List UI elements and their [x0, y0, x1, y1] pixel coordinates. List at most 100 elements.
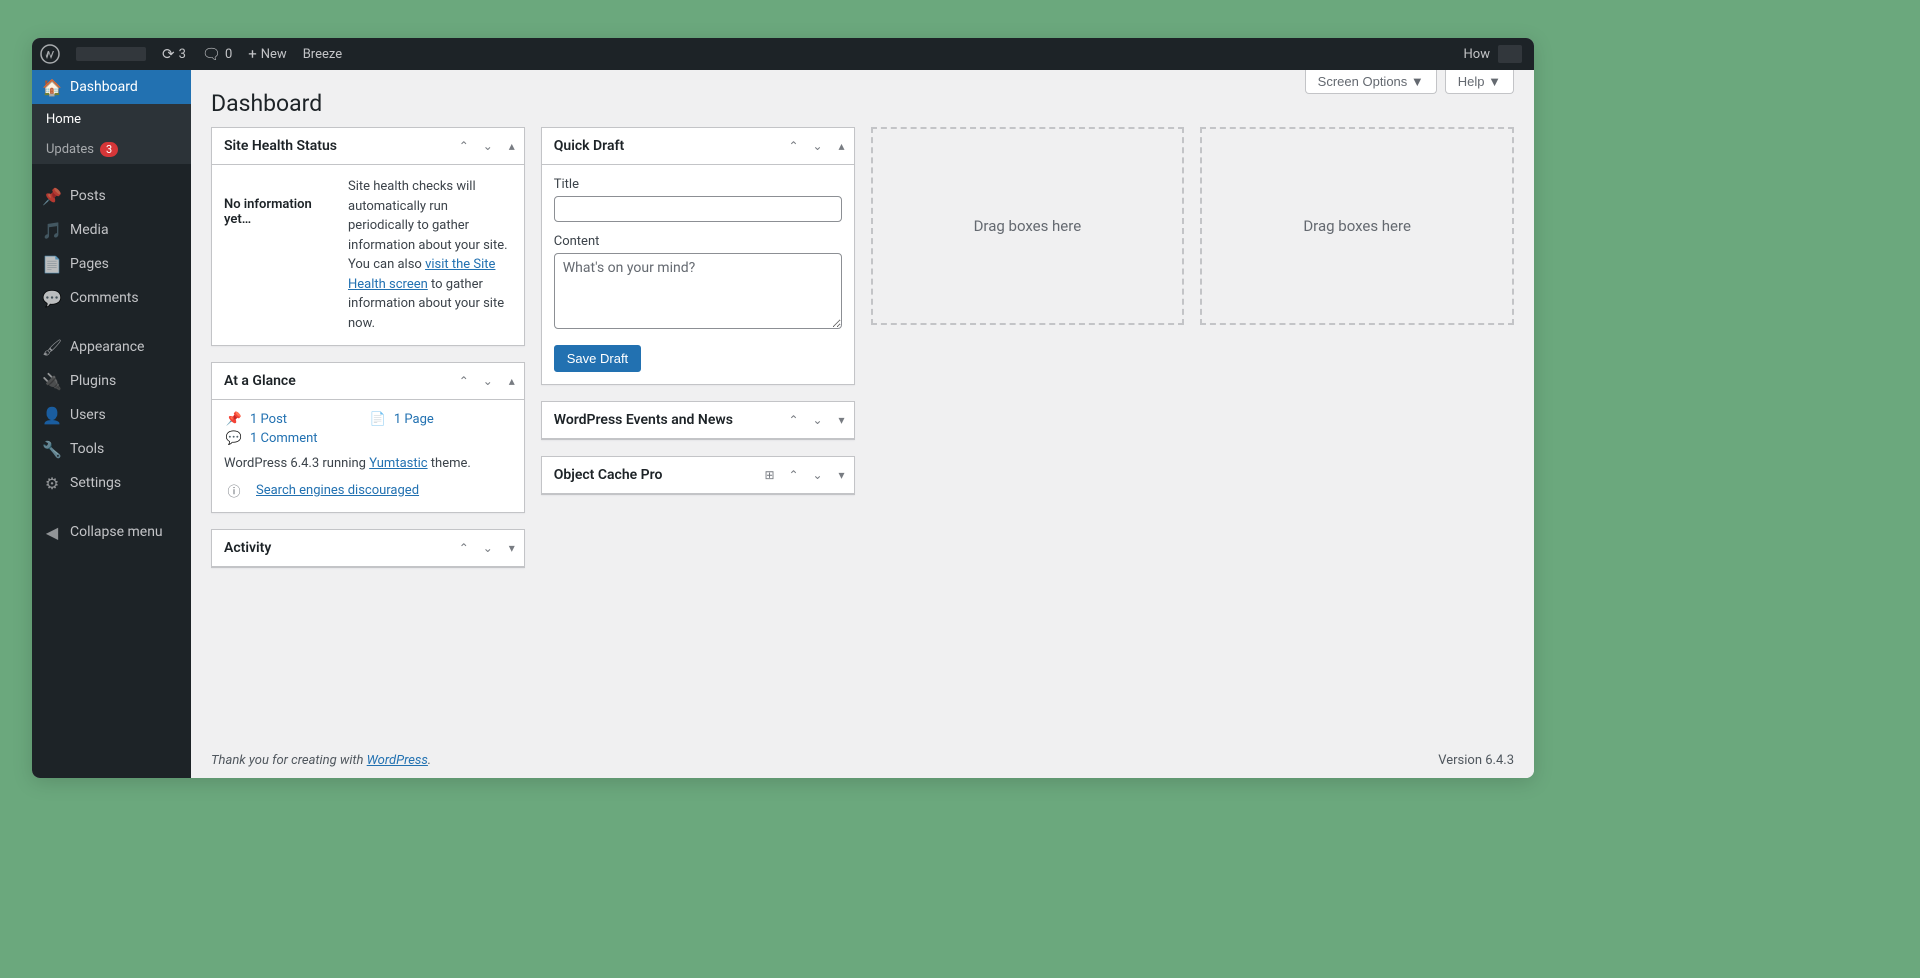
- glance-posts-link[interactable]: 1 Post: [250, 412, 287, 427]
- menu-label: Posts: [70, 188, 106, 204]
- admin-toolbar: ⟳ 3 🗨 0 + New Breeze How: [32, 38, 1534, 70]
- menu-tools[interactable]: 🔧 Tools: [32, 432, 191, 466]
- menu-settings[interactable]: ⚙ Settings: [32, 466, 191, 500]
- main-content: Screen Options ▼ Help ▼ Dashboard Site H…: [191, 70, 1534, 778]
- glance-comments-link[interactable]: 1 Comment: [250, 431, 318, 446]
- menu-label: Pages: [70, 256, 109, 272]
- chevron-up-icon: ⌃: [459, 139, 469, 153]
- menu-label: Comments: [70, 290, 139, 306]
- pin-icon: 📌: [42, 187, 62, 206]
- widget-title: At a Glance: [212, 363, 452, 399]
- toggle-button[interactable]: ▾: [830, 402, 854, 438]
- toggle-button[interactable]: ▾: [830, 457, 854, 493]
- glance-pages-link[interactable]: 1 Page: [394, 412, 434, 427]
- move-down-button[interactable]: ⌄: [476, 363, 500, 399]
- submenu-label: Home: [46, 112, 81, 127]
- footer-version: Version 6.4.3: [1438, 753, 1514, 768]
- menu-users[interactable]: 👤 Users: [32, 398, 191, 432]
- menu-label: Collapse menu: [70, 524, 163, 540]
- menu-label: Settings: [70, 475, 121, 491]
- widget-site-health: Site Health Status ⌃ ⌄ ▴ No information …: [211, 127, 525, 346]
- site-health-status: No information yet…: [224, 177, 334, 227]
- config-button[interactable]: ⊞: [758, 457, 782, 493]
- menu-pages[interactable]: 📄 Pages: [32, 247, 191, 281]
- wp-logo-menu[interactable]: [32, 38, 68, 70]
- chevron-up-icon: ⌃: [788, 413, 798, 427]
- comments-icon: 💬: [42, 289, 62, 308]
- search-engines-link[interactable]: Search engines discouraged: [256, 483, 419, 498]
- draft-title-label: Title: [554, 177, 842, 192]
- widget-title: Quick Draft: [542, 128, 782, 164]
- pin-icon: 📌: [224, 412, 244, 427]
- toolbar-greeting: How: [1464, 47, 1490, 62]
- toolbar-updates[interactable]: ⟳ 3: [154, 38, 194, 70]
- toolbar-updates-count: 3: [179, 47, 186, 62]
- toolbar-comments[interactable]: 🗨 0: [194, 38, 240, 70]
- move-down-button[interactable]: ⌄: [806, 128, 830, 164]
- triangle-up-icon: ▴: [509, 139, 515, 153]
- toggle-button[interactable]: ▾: [500, 530, 524, 566]
- triangle-up-icon: ▴: [838, 139, 844, 153]
- chevron-up-icon: ⌃: [788, 139, 798, 153]
- move-up-button[interactable]: ⌃: [782, 128, 806, 164]
- submenu-home[interactable]: Home: [32, 104, 191, 134]
- widget-title: Site Health Status: [212, 128, 452, 164]
- move-up-button[interactable]: ⌃: [452, 530, 476, 566]
- dashboard-icon: 🏠: [42, 78, 62, 97]
- widget-object-cache-pro: Object Cache Pro ⊞ ⌃ ⌄ ▾: [541, 456, 855, 495]
- save-draft-button[interactable]: Save Draft: [554, 345, 641, 372]
- site-name-menu[interactable]: [68, 38, 154, 70]
- move-down-button[interactable]: ⌄: [806, 402, 830, 438]
- drop-zone[interactable]: Drag boxes here: [1200, 127, 1514, 325]
- widget-events-news: WordPress Events and News ⌃ ⌄ ▾: [541, 401, 855, 440]
- draft-content-textarea[interactable]: [554, 253, 842, 329]
- chevron-down-icon: ⌄: [483, 374, 493, 388]
- drop-zone-text: Drag boxes here: [974, 217, 1082, 235]
- menu-dashboard[interactable]: 🏠 Dashboard: [32, 70, 191, 104]
- move-up-button[interactable]: ⌃: [452, 128, 476, 164]
- menu-label: Tools: [70, 441, 104, 457]
- toolbar-account[interactable]: How: [1458, 38, 1528, 70]
- collapse-icon: ◀: [42, 523, 62, 542]
- toggle-button[interactable]: ▴: [830, 128, 854, 164]
- toolbar-new-label: New: [261, 47, 287, 62]
- menu-appearance[interactable]: 🖌 Appearance: [32, 330, 191, 364]
- submenu-updates[interactable]: Updates 3: [32, 134, 191, 164]
- draft-title-input[interactable]: [554, 196, 842, 222]
- menu-label: Appearance: [70, 339, 144, 355]
- menu-plugins[interactable]: 🔌 Plugins: [32, 364, 191, 398]
- avatar: [1498, 45, 1522, 63]
- widget-title: Activity: [212, 530, 452, 566]
- move-down-button[interactable]: ⌄: [476, 530, 500, 566]
- screen-options-button[interactable]: Screen Options ▼: [1305, 70, 1437, 94]
- move-up-button[interactable]: ⌃: [782, 402, 806, 438]
- chevron-down-icon: ⌄: [812, 413, 822, 427]
- toolbar-breeze[interactable]: Breeze: [295, 38, 350, 70]
- menu-collapse[interactable]: ◀ Collapse menu: [32, 515, 191, 549]
- menu-comments[interactable]: 💬 Comments: [32, 281, 191, 315]
- theme-link[interactable]: Yumtastic: [369, 456, 427, 471]
- drop-zone[interactable]: Drag boxes here: [871, 127, 1185, 325]
- toggle-button[interactable]: ▴: [500, 363, 524, 399]
- comments-icon: 💬: [224, 431, 244, 446]
- triangle-down-icon: ▾: [838, 468, 844, 482]
- menu-label: Media: [70, 222, 109, 238]
- help-button[interactable]: Help ▼: [1445, 70, 1514, 94]
- move-down-button[interactable]: ⌄: [806, 457, 830, 493]
- update-icon: ⟳: [162, 45, 175, 63]
- wrench-icon: 🔧: [42, 440, 62, 459]
- move-up-button[interactable]: ⌃: [452, 363, 476, 399]
- gear-icon: ⊞: [764, 468, 774, 482]
- chevron-up-icon: ⌃: [788, 468, 798, 482]
- toolbar-new[interactable]: + New: [240, 38, 294, 70]
- widget-activity: Activity ⌃ ⌄ ▾: [211, 529, 525, 568]
- footer-wordpress-link[interactable]: WordPress: [367, 753, 428, 768]
- triangle-down-icon: ▾: [509, 541, 515, 555]
- move-down-button[interactable]: ⌄: [476, 128, 500, 164]
- menu-posts[interactable]: 📌 Posts: [32, 179, 191, 213]
- wordpress-logo-icon: [40, 44, 60, 64]
- move-up-button[interactable]: ⌃: [782, 457, 806, 493]
- drop-zone-text: Drag boxes here: [1303, 217, 1411, 235]
- toggle-button[interactable]: ▴: [500, 128, 524, 164]
- menu-media[interactable]: 🎵 Media: [32, 213, 191, 247]
